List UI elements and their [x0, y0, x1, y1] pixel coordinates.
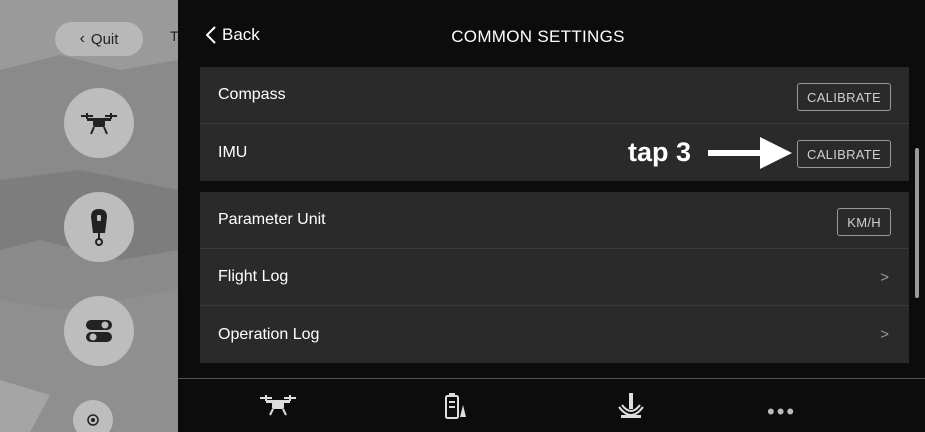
settings-header: Back COMMON SETTINGS	[178, 0, 925, 62]
locate-button[interactable]	[73, 400, 113, 432]
drone-icon	[260, 395, 296, 416]
nav-aircraft[interactable]	[258, 393, 298, 422]
battery-icon	[445, 393, 466, 419]
tutorial-arrow-icon	[708, 137, 792, 169]
more-icon[interactable]: •••	[767, 399, 796, 425]
settings-row-imu: IMU CALIBRATE	[200, 124, 909, 181]
signal-icon	[618, 393, 644, 418]
remote-controller-icon	[91, 209, 107, 246]
imu-calibrate-button[interactable]: CALIBRATE	[797, 140, 891, 168]
general-settings-button[interactable]	[64, 296, 134, 366]
settings-panel: Back COMMON SETTINGS Compass CALIBRATE I…	[178, 0, 925, 432]
row-label: Parameter Unit	[218, 211, 326, 228]
row-label: Flight Log	[218, 268, 289, 285]
calibration-group: Compass CALIBRATE IMU CALIBRATE	[200, 67, 909, 181]
quit-label: Quit	[90, 30, 119, 48]
target-icon	[87, 414, 99, 426]
remote-controller-button[interactable]	[64, 192, 134, 262]
tutorial-annotation-text: tap 3	[628, 137, 692, 167]
map-sidebar: ‹ Quit T	[0, 0, 178, 432]
bottom-nav: •••	[178, 378, 925, 432]
settings-row-operation-log[interactable]: Operation Log >	[200, 306, 909, 363]
nav-signal[interactable]	[618, 393, 644, 424]
settings-row-parameter-unit[interactable]: Parameter Unit KM/H	[200, 192, 909, 249]
general-group: Parameter Unit KM/H Flight Log > Operati…	[200, 192, 909, 363]
settings-row-compass: Compass CALIBRATE	[200, 67, 909, 124]
scrollbar[interactable]	[915, 148, 919, 298]
toggle-switches-icon	[86, 320, 112, 342]
row-label: Compass	[218, 86, 286, 103]
compass-calibrate-button[interactable]: CALIBRATE	[797, 83, 891, 111]
quit-button[interactable]: ‹ Quit	[55, 22, 143, 56]
chevron-left-icon: ‹	[79, 30, 85, 47]
row-label: Operation Log	[218, 325, 320, 343]
nav-battery[interactable]	[445, 393, 467, 424]
drone-settings-button[interactable]	[64, 88, 134, 158]
settings-row-flight-log[interactable]: Flight Log >	[200, 249, 909, 306]
unit-selector-button[interactable]: KM/H	[837, 208, 891, 236]
row-label: IMU	[218, 143, 248, 161]
chevron-right-icon: >	[880, 326, 889, 343]
chevron-right-icon: >	[880, 269, 889, 286]
drone-icon	[81, 113, 117, 135]
truncated-tab-label: T	[170, 28, 178, 44]
page-title: COMMON SETTINGS	[451, 27, 625, 46]
